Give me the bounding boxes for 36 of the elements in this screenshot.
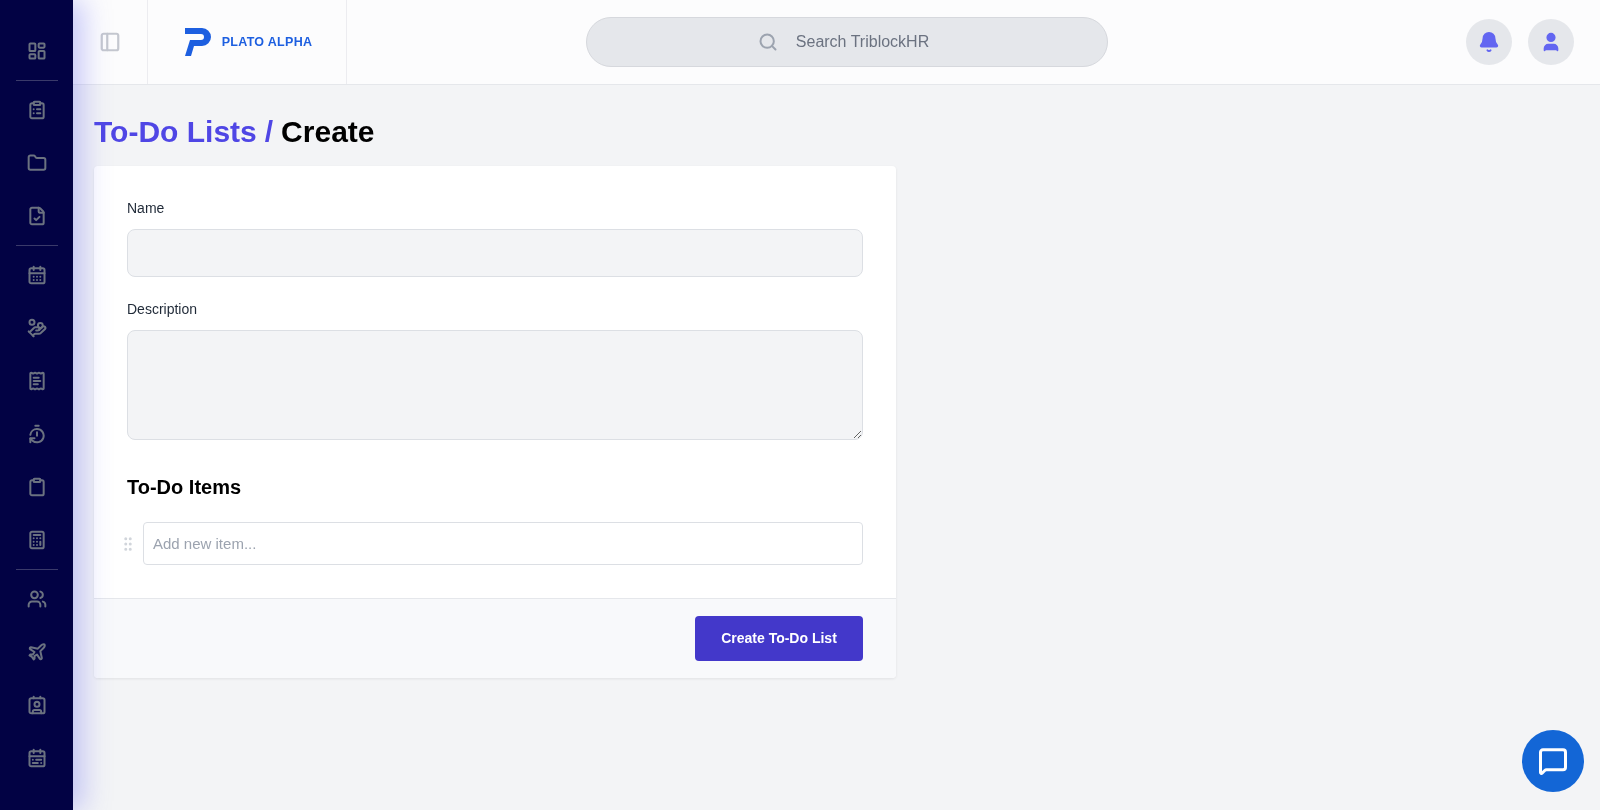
money-nav-button[interactable] [25, 317, 48, 339]
calendar-icon [26, 265, 47, 285]
sidebar-toggle-button[interactable] [99, 31, 121, 53]
description-field[interactable] [127, 330, 863, 440]
dashboard-icon [26, 41, 47, 61]
bell-icon [1478, 31, 1500, 53]
calculator-icon [26, 530, 47, 550]
logo-text: PLATO ALPHA [221, 33, 313, 51]
breadcrumb-separator: / [264, 114, 274, 150]
timer-icon [26, 424, 47, 444]
section-heading: To-Do Items [127, 475, 243, 500]
panel-icon [99, 31, 121, 53]
breadcrumb-link[interactable]: To-Do Lists [94, 109, 257, 154]
name-field[interactable] [127, 229, 863, 277]
users-icon [26, 589, 47, 609]
users-nav-button[interactable] [25, 588, 48, 610]
clipboard-icon [26, 100, 47, 120]
new-item-field[interactable]: Add new item... [143, 522, 863, 565]
profile-button[interactable] [1528, 19, 1574, 65]
create-button[interactable]: Create To-Do List [695, 616, 863, 661]
chat-icon [1538, 746, 1568, 776]
field-label: Description [127, 300, 199, 319]
contact-card-icon [26, 695, 47, 715]
calendar-icon [26, 748, 47, 768]
plane-icon [26, 642, 47, 662]
search-icon [757, 32, 778, 52]
page-title: Create [281, 114, 375, 150]
search-field[interactable]: Search TriblockHR [585, 17, 1108, 67]
checked-document-icon [26, 206, 47, 226]
folder-nav-button[interactable] [25, 152, 48, 174]
folder-icon [26, 153, 47, 173]
clipboard-icon [26, 477, 47, 497]
field-label: Name [127, 199, 166, 218]
money-icon [26, 318, 47, 338]
receipt-icon [26, 371, 47, 391]
notifications-button[interactable] [1466, 19, 1512, 65]
